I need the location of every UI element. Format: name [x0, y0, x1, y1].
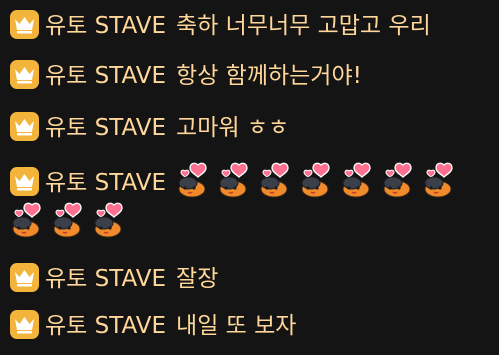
chat-message: 유토 STAVE 고마워 ㅎㅎ — [10, 109, 493, 147]
crown-icon — [10, 263, 39, 292]
crown-icon — [10, 167, 39, 196]
crown-icon — [10, 10, 39, 39]
chat-message: 유토 STAVE — [10, 162, 493, 242]
heart-bear-emote — [258, 162, 294, 198]
heart-bear-emote — [51, 202, 87, 238]
heart-bear-emote — [92, 202, 128, 238]
chat-log: 유토 STAVE 축하 너무너무 고맙고 우리 유토 STAVE 항상 함께하는거야… — [0, 0, 499, 355]
chat-message: 유토 STAVE 축하 너무너무 고맙고 우리 — [10, 7, 493, 45]
chat-message: 유토 STAVE 잘장 — [10, 260, 493, 298]
username[interactable]: 유토 STAVE — [45, 63, 166, 89]
crown-icon — [10, 112, 39, 141]
message-text: 항상 함께하는거야! — [176, 63, 362, 89]
username[interactable]: 유토 STAVE — [45, 266, 166, 292]
chat-message: 유토 STAVE 항상 함께하는거야! — [10, 57, 493, 95]
heart-bear-emote — [340, 162, 376, 198]
username[interactable]: 유토 STAVE — [45, 170, 166, 196]
heart-bear-emote — [217, 162, 253, 198]
crown-icon — [10, 310, 39, 339]
heart-bear-emote — [381, 162, 417, 198]
chat-message: 유토 STAVE 내일 또 보자 — [10, 307, 493, 345]
heart-bear-emote — [422, 162, 458, 198]
crown-icon — [10, 60, 39, 89]
username[interactable]: 유토 STAVE — [45, 115, 166, 141]
message-text: 고마워 ㅎㅎ — [176, 115, 290, 141]
username[interactable]: 유토 STAVE — [45, 313, 166, 339]
heart-bear-emote — [10, 202, 46, 238]
heart-bear-emote — [299, 162, 335, 198]
heart-bear-emote — [176, 162, 212, 198]
message-text: 잘장 — [176, 266, 219, 292]
message-text: 내일 또 보자 — [176, 313, 297, 339]
message-text: 축하 너무너무 고맙고 우리 — [176, 13, 431, 39]
username[interactable]: 유토 STAVE — [45, 13, 166, 39]
